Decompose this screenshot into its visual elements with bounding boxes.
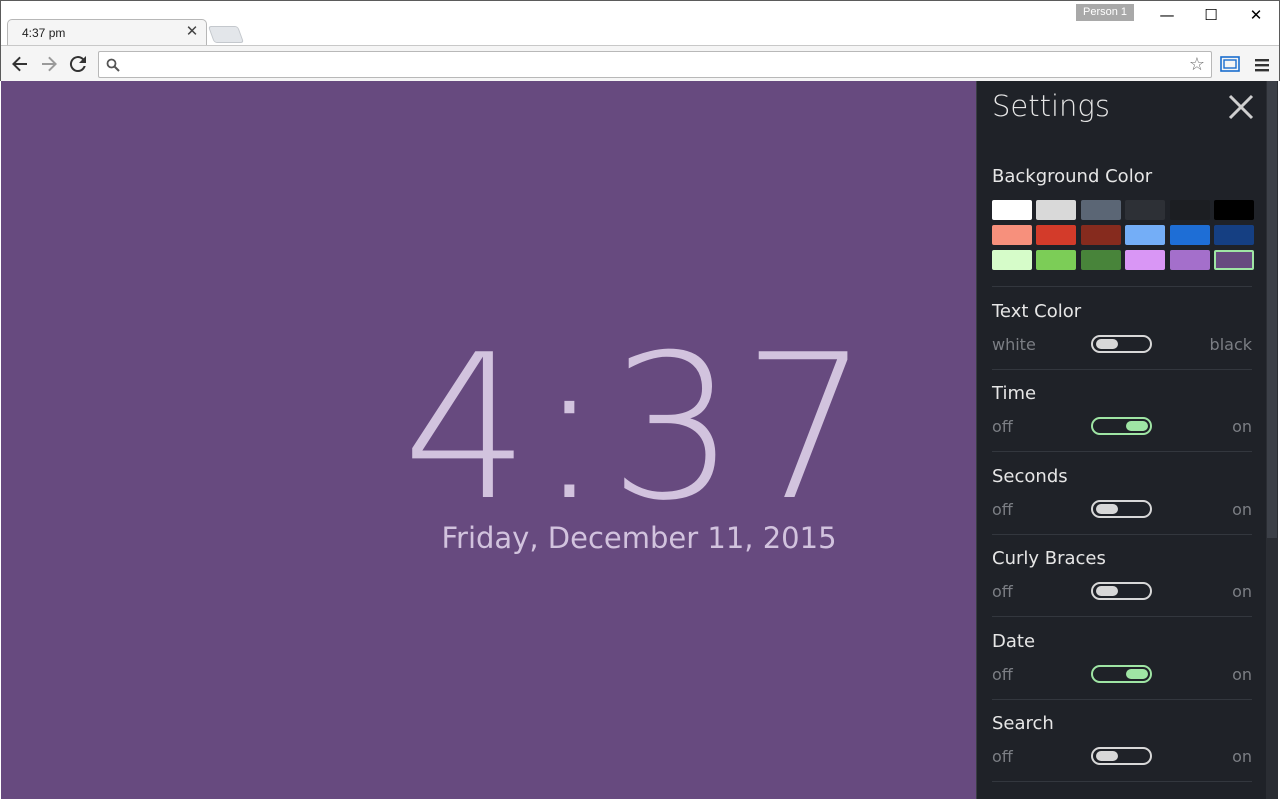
- text-color-right-label: black: [1209, 335, 1252, 354]
- maximize-icon[interactable]: ☐: [1196, 4, 1226, 26]
- toggle-knob: [1126, 421, 1148, 431]
- background-color-label: Background Color: [992, 166, 1153, 187]
- minimize-icon[interactable]: —: [1152, 4, 1182, 26]
- date-label: Date: [992, 630, 1036, 652]
- search-icon: [106, 58, 120, 72]
- color-swatch-a46fcb[interactable]: [1169, 250, 1210, 270]
- divider: [992, 533, 1252, 535]
- divider: [992, 286, 1252, 287]
- color-swatch-862b1e[interactable]: [1080, 225, 1121, 245]
- search-label: Search: [992, 713, 1054, 734]
- toggle-knob: [1096, 339, 1118, 349]
- forward-arrow-icon[interactable]: [37, 52, 61, 76]
- color-swatch-48843a[interactable]: [1080, 250, 1121, 270]
- color-swatch-7ccd57[interactable]: [1036, 250, 1077, 270]
- divider: [992, 451, 1252, 452]
- seconds-label: Seconds: [992, 465, 1068, 487]
- search-off-label: off: [992, 747, 1013, 766]
- cast-icon[interactable]: [1220, 55, 1240, 73]
- profile-badge[interactable]: Person 1: [1076, 4, 1134, 21]
- color-swatch-2d3036[interactable]: [1125, 200, 1166, 220]
- address-bar[interactable]: ☆: [98, 51, 1212, 78]
- color-swatch-153f82[interactable]: [1214, 225, 1254, 245]
- time-off-label: off: [992, 417, 1013, 436]
- scrollbar-thumb[interactable]: [1267, 81, 1277, 538]
- text-color-left-label: white: [992, 335, 1036, 354]
- color-swatch-d9d9d9[interactable]: [1036, 200, 1077, 220]
- toolbar: ☆: [1, 45, 1279, 82]
- color-swatch-d6fcc9[interactable]: [992, 250, 1032, 270]
- address-input[interactable]: [127, 55, 1177, 75]
- divider: [992, 616, 1252, 617]
- color-swatch-674a7f[interactable]: [1214, 250, 1254, 270]
- curly-braces-label: Curly Braces: [992, 548, 1106, 569]
- search-toggle[interactable]: [1091, 747, 1152, 765]
- seconds-toggle[interactable]: [1091, 499, 1152, 518]
- curly-braces-off-label: off: [992, 582, 1013, 601]
- time-toggle[interactable]: [1091, 417, 1152, 435]
- color-swatch-1c1e22[interactable]: [1169, 200, 1210, 220]
- toggle-knob: [1096, 751, 1118, 761]
- color-swatch-d996f5[interactable]: [1125, 250, 1166, 270]
- settings-panel: Settings Background Color Text Color whi…: [976, 81, 1266, 799]
- seconds-off-label: off: [992, 499, 1013, 519]
- color-swatch-d33b2a[interactable]: [1036, 225, 1077, 245]
- back-arrow-icon[interactable]: [8, 52, 32, 76]
- toggle-knob: [1096, 503, 1118, 514]
- text-color-toggle[interactable]: [1091, 335, 1152, 353]
- toggle-knob: [1126, 668, 1148, 679]
- text-color-label: Text Color: [992, 301, 1082, 322]
- settings-title: Settings: [992, 89, 1110, 123]
- color-swatch-000000[interactable]: [1214, 200, 1254, 220]
- toggle-knob: [1096, 586, 1118, 596]
- date-on-label: on: [1232, 664, 1252, 684]
- date-off-label: off: [992, 664, 1013, 684]
- star-icon[interactable]: ☆: [1189, 54, 1205, 76]
- time-on-label: on: [1232, 417, 1252, 436]
- new-tab-button[interactable]: [207, 26, 245, 43]
- color-swatch-5b6675[interactable]: [1080, 200, 1121, 220]
- search-on-label: on: [1232, 747, 1252, 766]
- color-swatch-74aef7[interactable]: [1125, 225, 1166, 245]
- curly-braces-on-label: on: [1232, 582, 1252, 601]
- close-icon[interactable]: ✕: [184, 23, 200, 39]
- curly-braces-toggle[interactable]: [1091, 582, 1152, 600]
- divider: [992, 698, 1252, 700]
- divider: [992, 369, 1252, 370]
- tab-strip: 4:37 pm ✕ Person 1 — ☐ ✕: [1, 1, 1279, 45]
- reload-icon[interactable]: [66, 52, 90, 76]
- divider: [992, 781, 1252, 782]
- tab-title: 4:37 pm: [22, 26, 66, 40]
- time-label: Time: [992, 383, 1037, 404]
- date-toggle[interactable]: [1091, 664, 1152, 683]
- clock-page-background: [1, 81, 976, 799]
- seconds-on-label: on: [1232, 499, 1252, 519]
- hamburger-menu-icon[interactable]: [1252, 55, 1272, 75]
- color-swatch-1e6ed6[interactable]: [1169, 225, 1210, 245]
- window-close-icon[interactable]: ✕: [1241, 4, 1271, 26]
- color-swatch-ffffff[interactable]: [992, 200, 1032, 220]
- color-swatch-f7907c[interactable]: [992, 225, 1032, 245]
- close-icon[interactable]: [1227, 93, 1255, 121]
- browser-window: 4:37 pm ✕ Person 1 — ☐ ✕ ☆: [0, 0, 1280, 82]
- tab-active[interactable]: 4:37 pm ✕: [7, 19, 207, 45]
